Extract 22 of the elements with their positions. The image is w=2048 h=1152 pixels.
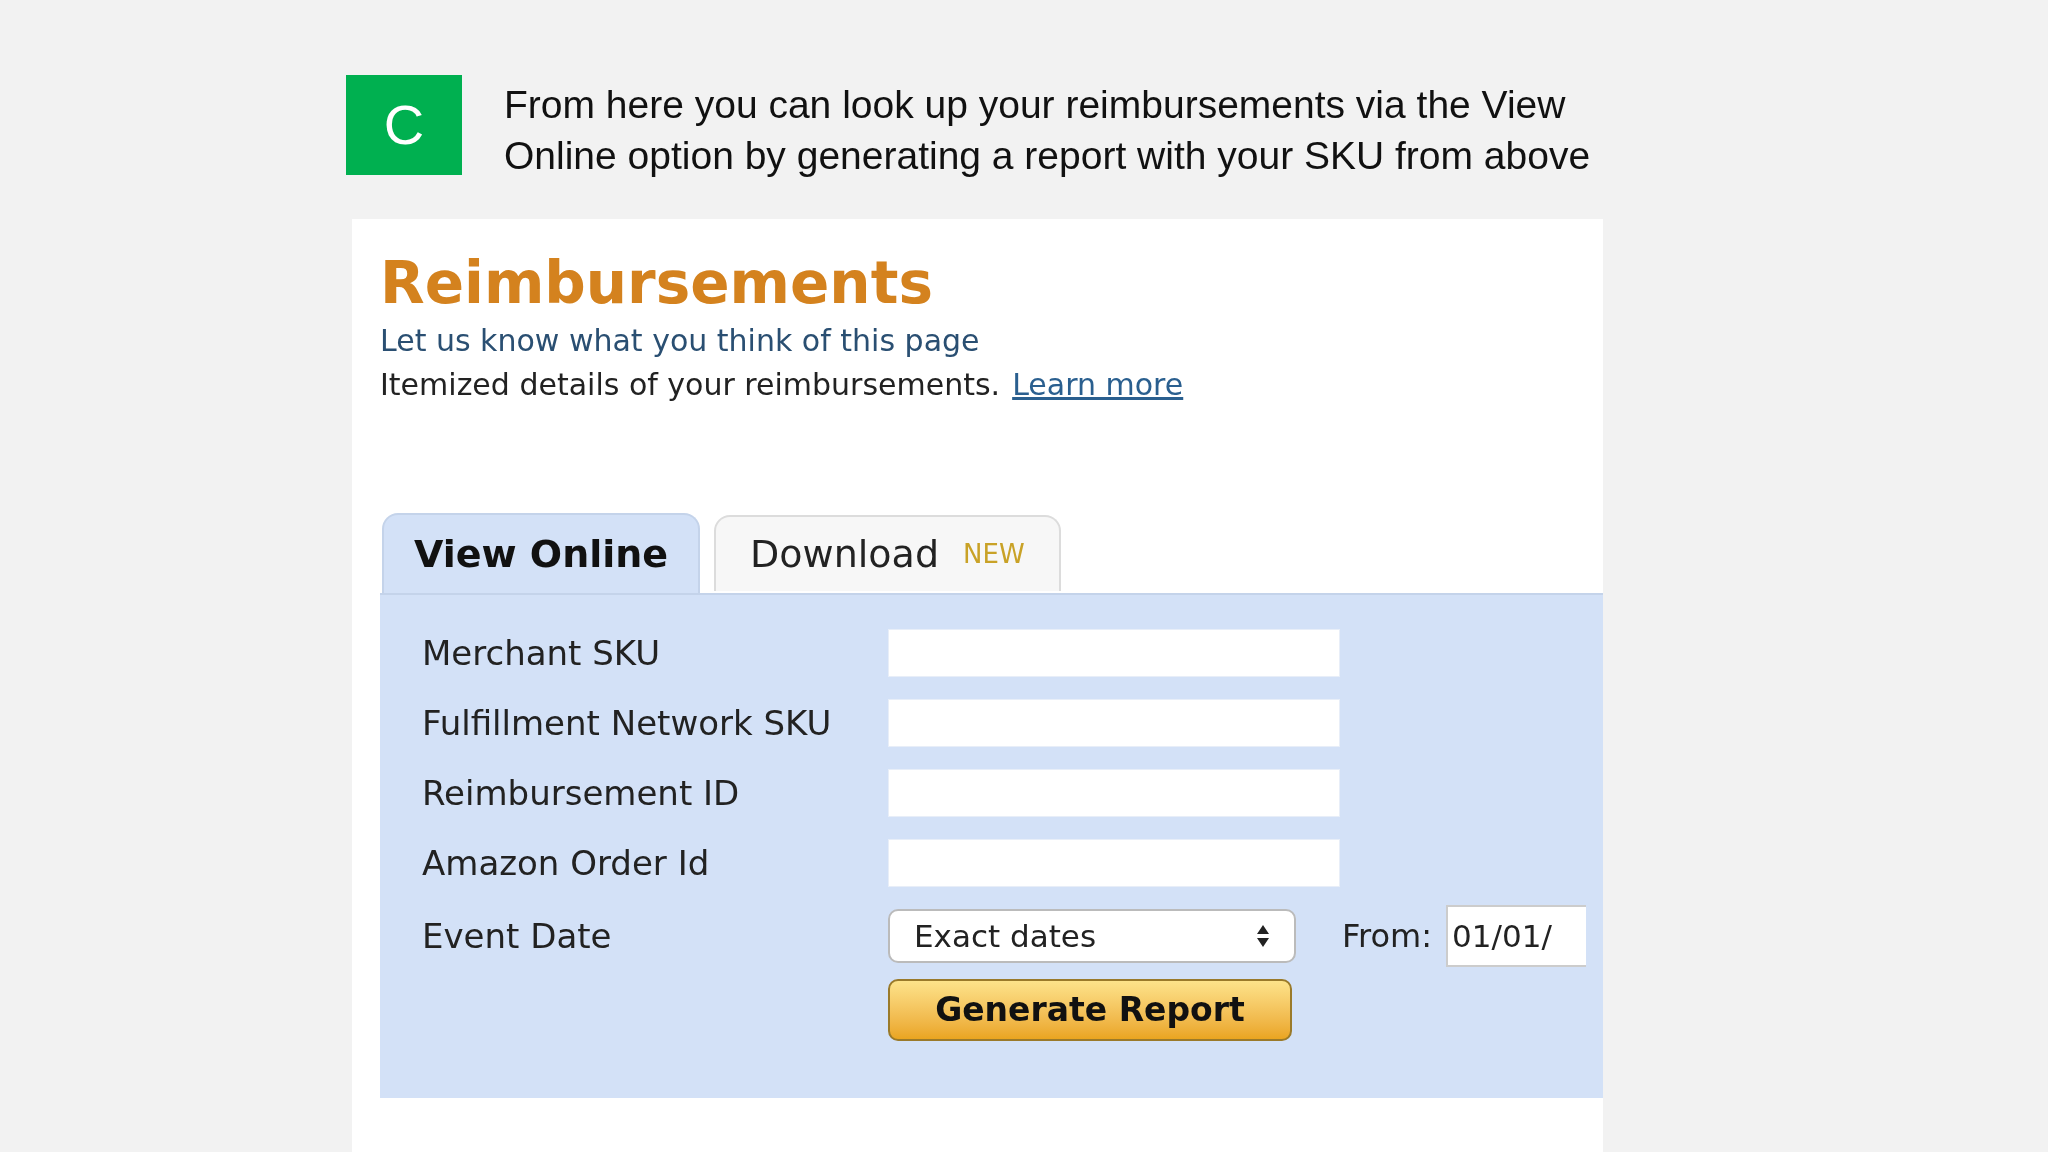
- letter-badge: C: [346, 75, 462, 175]
- page-title: Reimbursements: [380, 249, 934, 317]
- field-label: Reimbursement ID: [422, 771, 741, 815]
- text-field[interactable]: [888, 629, 1340, 677]
- text-field[interactable]: [888, 839, 1340, 887]
- description-text: Itemized details of your reimbursements.: [380, 366, 1001, 404]
- generate-report-button[interactable]: Generate Report: [888, 979, 1292, 1041]
- tab[interactable]: Download NEW: [714, 515, 1061, 591]
- from-date-field[interactable]: 01/01/: [1446, 905, 1587, 967]
- caption-text: From here you can look up your reimbursements via the View Online option by generating a report with your SKU from above: [504, 82, 1592, 179]
- field-label: Fulfillment Network SKU: [422, 701, 833, 745]
- field-label: Event Date: [422, 914, 613, 958]
- from-label: From:: [1342, 916, 1433, 957]
- date-range-select[interactable]: Exact dates: [888, 909, 1296, 963]
- tab[interactable]: View Online: [382, 513, 701, 593]
- field-label: Merchant SKU: [422, 631, 662, 675]
- learn-more-link[interactable]: Learn more: [1012, 363, 1184, 407]
- up-down-arrows-icon: [1256, 923, 1270, 949]
- text-field[interactable]: [888, 699, 1340, 747]
- field-label: Amazon Order Id: [422, 841, 711, 885]
- text-field[interactable]: [888, 769, 1340, 817]
- feedback-link[interactable]: Let us know what you think of this page: [380, 319, 980, 363]
